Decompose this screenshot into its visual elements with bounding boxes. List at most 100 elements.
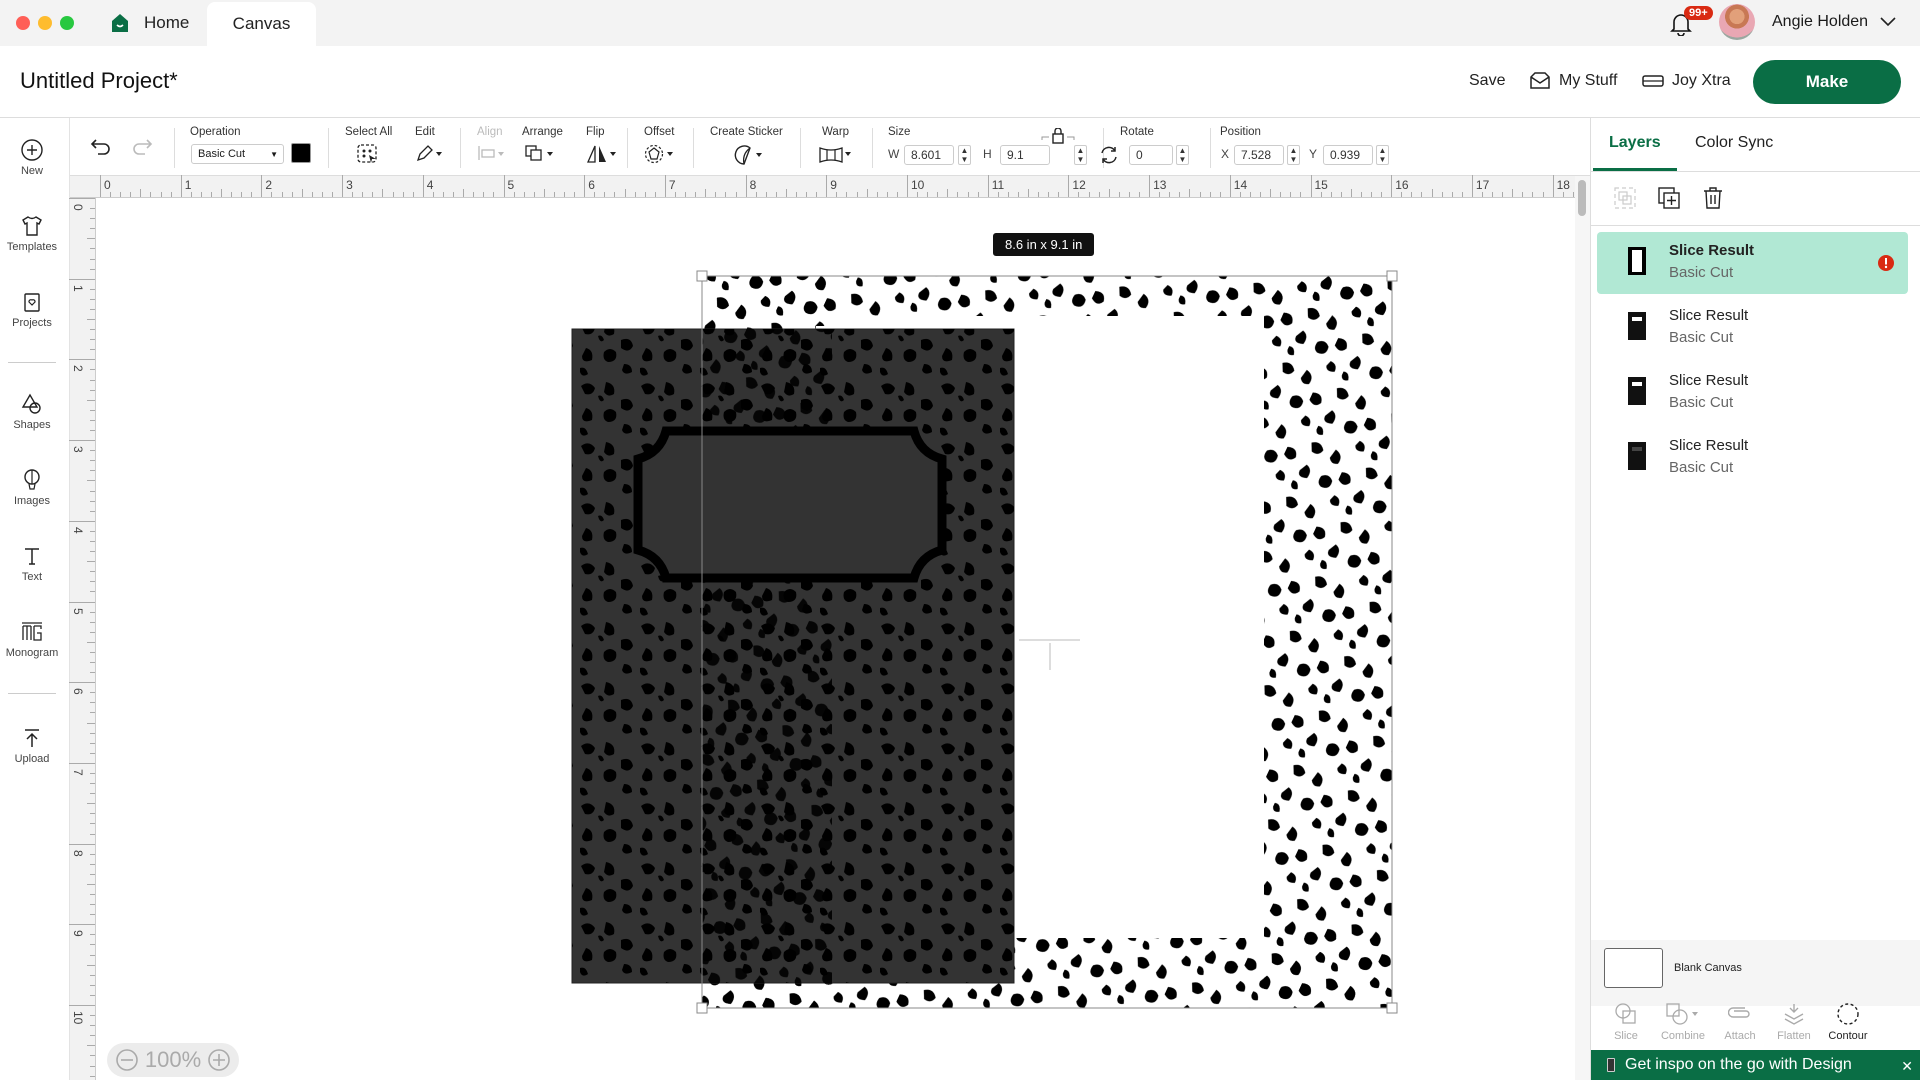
rotate-icon[interactable] — [1098, 145, 1120, 165]
zoom-out-icon[interactable] — [115, 1048, 139, 1072]
ruler-tick — [432, 192, 434, 197]
warning-icon[interactable] — [1877, 254, 1895, 272]
ruler-tick — [90, 500, 95, 502]
scrollbar-thumb[interactable] — [1578, 180, 1586, 216]
ruler-tick-label: 1 — [184, 178, 192, 192]
sidebar-item-projects[interactable]: Projects — [0, 290, 64, 329]
attach-button[interactable]: Attach — [1715, 1002, 1765, 1042]
tab-home[interactable]: Home — [110, 0, 189, 46]
maximize-window-button[interactable] — [60, 16, 74, 30]
undo-icon[interactable] — [90, 138, 112, 156]
layer-item[interactable]: Slice Result Basic Cut — [1597, 232, 1908, 294]
height-stepper[interactable]: ▲ ▼ — [1074, 145, 1087, 165]
align-button[interactable]: Align — [477, 126, 505, 165]
ruler-tick — [876, 192, 878, 197]
y-position-input[interactable]: 0.939 — [1323, 145, 1373, 165]
tab-layers[interactable]: Layers — [1609, 134, 1661, 152]
arrange-button[interactable]: Arrange — [522, 126, 563, 165]
ruler-tick — [90, 742, 95, 744]
redo-icon[interactable] — [131, 138, 153, 156]
notebook-cover-layer[interactable] — [571, 328, 1015, 984]
ruler-tick — [90, 772, 95, 774]
warp-button[interactable]: Warp — [819, 126, 854, 167]
width-stepper[interactable]: ▲ ▼ — [958, 145, 971, 165]
close-window-button[interactable] — [16, 16, 30, 30]
slice-button[interactable]: Slice — [1601, 1002, 1651, 1042]
ruler-tick-label: 16 — [1395, 178, 1409, 192]
tab-canvas[interactable]: Canvas — [207, 2, 316, 46]
arrange-icon — [525, 145, 553, 161]
ruler-tick — [90, 974, 95, 976]
tshirt-icon — [22, 216, 42, 236]
duplicate-icon[interactable] — [1657, 186, 1681, 210]
x-position-input[interactable]: 7.528 — [1234, 145, 1284, 165]
ruler-tick — [533, 192, 535, 197]
horizontal-ruler: 0 1 2 3 4 5 6 7 8 9 10 11 12 13 14 15 16 17 18 — [70, 175, 1625, 198]
flip-button[interactable]: Flip — [586, 126, 618, 167]
edit-button[interactable]: Edit — [415, 126, 443, 165]
layer-item[interactable]: Slice Result Basic Cut — [1597, 362, 1908, 424]
operation-color-swatch[interactable] — [291, 143, 311, 163]
tab-color-sync[interactable]: Color Sync — [1695, 134, 1773, 152]
save-button[interactable]: Save — [1469, 72, 1505, 90]
operation-select[interactable]: Basic Cut ▼ — [191, 144, 284, 164]
combine-button[interactable]: Combine — [1651, 1002, 1715, 1042]
offset-icon — [644, 144, 673, 164]
make-button[interactable]: Make — [1753, 60, 1901, 104]
layer-thumbnail — [1628, 377, 1646, 405]
canvas-artwork[interactable] — [96, 198, 1575, 1080]
x-stepper[interactable]: ▲ ▼ — [1287, 145, 1300, 165]
flatten-button[interactable]: Flatten — [1769, 1002, 1819, 1042]
my-stuff-button[interactable]: My Stuff — [1529, 72, 1617, 90]
canvas-scrollbar[interactable] — [1575, 176, 1590, 1080]
y-stepper[interactable]: ▲ ▼ — [1376, 145, 1389, 165]
sidebar-item-label: Upload — [14, 753, 50, 765]
promo-banner[interactable]: Get inspo on the go with Design ✕ — [1591, 1050, 1920, 1080]
layer-item[interactable]: Slice Result Basic Cut — [1597, 297, 1908, 359]
group-icon[interactable] — [1613, 186, 1637, 210]
zoom-in-icon[interactable] — [207, 1048, 231, 1072]
contour-button[interactable]: Contour — [1823, 1002, 1873, 1042]
ruler-tick — [765, 192, 767, 197]
ruler-tick — [100, 175, 101, 197]
sidebar-item-monogram[interactable]: Monogram — [0, 620, 64, 659]
lock-icon[interactable] — [1041, 128, 1075, 144]
notifications-button[interactable]: 99+ — [1670, 6, 1713, 38]
minimize-window-button[interactable] — [38, 16, 52, 30]
close-banner-icon[interactable]: ✕ — [1901, 1058, 1913, 1075]
height-input[interactable]: 9.1 — [1000, 145, 1050, 165]
sidebar-item-new[interactable]: New — [0, 138, 64, 177]
sidebar-item-upload[interactable]: Upload — [0, 726, 64, 765]
select-all-button[interactable]: Select All — [345, 126, 392, 167]
layer-item[interactable]: Slice Result Basic Cut — [1597, 427, 1908, 489]
user-menu[interactable]: Angie Holden — [1772, 13, 1896, 31]
ruler-tick — [846, 192, 848, 197]
trash-icon[interactable] — [1701, 186, 1725, 210]
sidebar-item-shapes[interactable]: Shapes — [0, 392, 64, 431]
design-canvas[interactable]: 100% — [96, 198, 1575, 1080]
ruler-tick — [90, 692, 95, 694]
create-sticker-button[interactable]: Create Sticker — [710, 126, 783, 169]
ruler-tick — [624, 189, 626, 197]
select-all-icon — [357, 144, 377, 163]
rotate-stepper[interactable]: ▲ ▼ — [1176, 145, 1189, 165]
ruler-tick — [311, 192, 313, 197]
width-input[interactable]: 8.601 — [904, 145, 954, 165]
ruler-tick-label: 8 — [71, 849, 85, 857]
ruler-tick — [816, 192, 818, 197]
ruler-tick-label: 17 — [1475, 178, 1490, 192]
ruler-tick — [1219, 192, 1221, 197]
sidebar-item-images[interactable]: Images — [0, 468, 64, 507]
sidebar-item-text[interactable]: Text — [0, 544, 64, 583]
avatar[interactable] — [1719, 4, 1755, 40]
blank-canvas-swatch[interactable] — [1604, 948, 1663, 988]
ruler-tick — [1371, 192, 1373, 197]
ruler-tick — [564, 192, 566, 197]
ruler-tick — [422, 175, 424, 197]
sidebar-item-templates[interactable]: Templates — [0, 214, 64, 253]
rotate-input[interactable]: 0 — [1129, 145, 1173, 165]
joy-xtra-button[interactable]: Joy Xtra — [1642, 72, 1731, 90]
blank-canvas-row[interactable]: Blank Canvas — [1591, 940, 1920, 1006]
ruler-tick — [907, 175, 908, 197]
offset-button[interactable]: Offset — [644, 126, 676, 167]
